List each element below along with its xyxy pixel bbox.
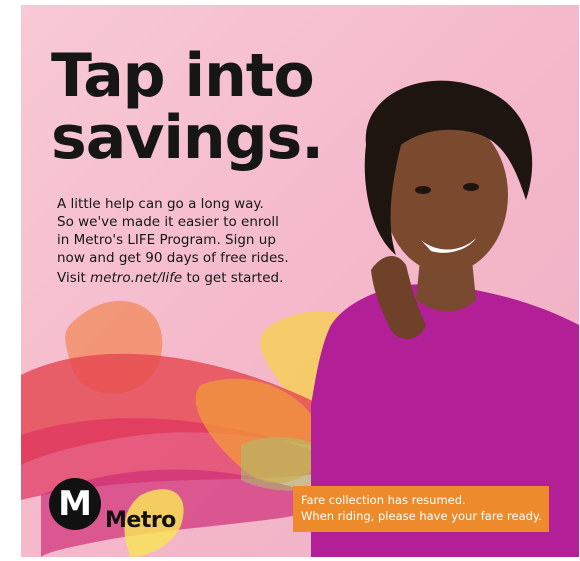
body-line-1: A little help can go a long way.	[57, 196, 264, 212]
body-copy: A little help can go a long way. So we'v…	[57, 195, 317, 267]
visit-line: Visit metro.net/life to get started.	[57, 269, 327, 287]
metro-life-link[interactable]: metro.net/life	[90, 270, 182, 286]
woman-portrait	[311, 80, 579, 557]
headline: Tap into savings.	[51, 45, 324, 169]
visit-suffix: to get started.	[182, 270, 284, 286]
metro-wordmark: Metro	[105, 508, 176, 533]
headline-line-1: Tap into	[51, 41, 315, 111]
body-line-3: in Metro's LIFE Program. Sign up	[57, 232, 276, 248]
headline-line-2: savings.	[51, 103, 324, 173]
ad-banner: Tap into savings. A little help can go a…	[21, 5, 579, 557]
fare-notice: Fare collection has resumed. When riding…	[293, 486, 549, 532]
metro-logo-icon: M	[49, 478, 101, 530]
body-line-2: So we've made it easier to enroll	[57, 214, 279, 230]
notice-line-2: When riding, please have your fare ready…	[301, 509, 542, 523]
visit-prefix: Visit	[57, 270, 91, 286]
notice-line-1: Fare collection has resumed.	[301, 493, 466, 507]
body-line-4: now and get 90 days of free rides.	[57, 250, 289, 266]
